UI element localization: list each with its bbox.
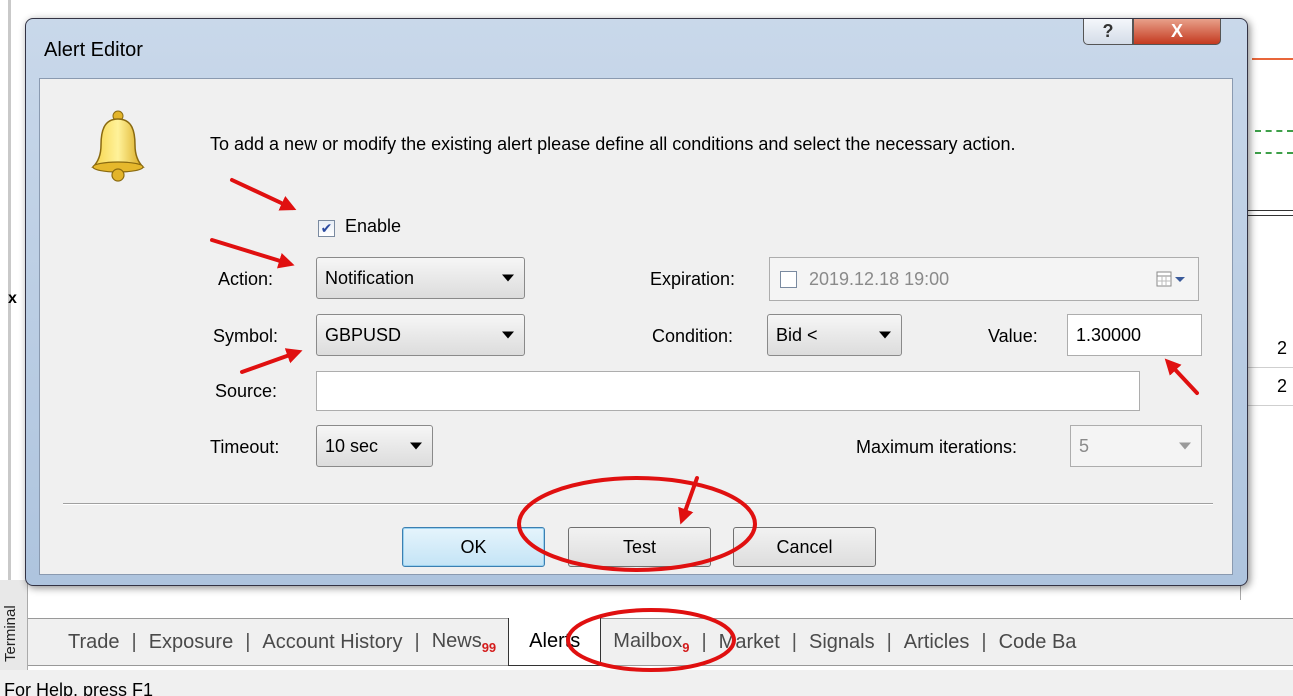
price-line [1252,58,1293,60]
mailbox-count-badge: 9 [682,639,690,655]
dropdown-arrow-icon [502,331,514,339]
symbol-select[interactable]: GBPUSD [316,314,525,356]
close-button[interactable]: X [1133,19,1221,45]
enable-label: Enable [345,216,402,236]
dropdown-arrow-icon [1179,442,1191,450]
value-input[interactable]: 1.30000 [1067,314,1202,356]
tab-code-base[interactable]: Code Ba [987,631,1089,654]
level-line-upper [1255,130,1293,132]
expiration-checkbox[interactable] [780,270,797,288]
alert-editor-dialog: Alert Editor ? X To add a new or modify … [25,18,1248,586]
action-label: Action: [218,269,274,289]
timeout-value: 10 sec [325,435,379,456]
dialog-title: Alert Editor [44,39,143,61]
instruction-text: To add a new or modify the existing aler… [210,134,1016,154]
tab-account-history[interactable]: Account History [250,631,414,654]
action-select[interactable]: Notification [316,257,525,299]
tab-articles[interactable]: Articles [892,631,982,654]
value-label: Value: [988,326,1038,346]
expiration-value: 2019.12.18 19:00 [809,268,950,289]
condition-select[interactable]: Bid < [767,314,902,356]
terminal-tabbar: Trade | Exposure | Account History | New… [28,618,1293,666]
dropdown-arrow-icon [502,274,514,282]
max-iterations-select[interactable]: 5 [1070,425,1202,467]
test-button[interactable]: Test [568,527,711,567]
symbol-label: Symbol: [213,326,279,346]
tab-news-label: News [431,629,482,652]
max-iterations-label: Maximum iterations: [856,437,1018,457]
tab-market[interactable]: Market [707,631,792,654]
tab-trade[interactable]: Trade [56,631,132,654]
tab-mailbox-label: Mailbox [613,629,683,652]
bell-icon [91,110,145,182]
tab-signals[interactable]: Signals [797,631,887,654]
side-row-value: 2 [1276,376,1287,396]
dropdown-arrow-icon [879,331,891,339]
timeout-select[interactable]: 10 sec [316,425,433,467]
terminal-label: Terminal [2,605,19,662]
max-iterations-value: 5 [1079,435,1090,456]
level-line-lower [1255,152,1293,154]
news-count-badge: 99 [481,639,497,655]
source-label: Source: [215,381,278,401]
cancel-button[interactable]: Cancel [733,527,876,567]
source-input[interactable] [316,371,1140,411]
timeout-label: Timeout: [210,437,280,457]
condition-label: Condition: [652,326,734,346]
dropdown-arrow-icon [410,442,422,450]
action-value: Notification [325,267,415,288]
condition-value: Bid < [776,324,818,345]
status-bar: For Help, press F1 [0,670,1293,696]
tab-alerts[interactable]: Alerts [508,618,602,666]
expiration-input[interactable]: 2019.12.18 19:00 [769,257,1199,301]
expiration-label: Expiration: [650,269,736,289]
calendar-icon[interactable] [1156,271,1186,287]
status-text: For Help, press F1 [4,680,154,696]
panel-close-icon[interactable]: x [8,290,17,308]
tab-news[interactable]: News99 [420,630,508,655]
dialog-body: To add a new or modify the existing aler… [39,78,1233,575]
tab-exposure[interactable]: Exposure [137,631,246,654]
button-separator [63,503,1213,505]
value-text: 1.30000 [1076,324,1142,345]
tab-mailbox[interactable]: Mailbox9 [601,630,701,655]
side-row-value: 2 [1276,338,1287,358]
symbol-value: GBPUSD [325,324,402,345]
enable-checkbox[interactable]: ✔ [318,220,335,237]
help-button[interactable]: ? [1083,19,1133,45]
ok-button[interactable]: OK [402,527,545,567]
